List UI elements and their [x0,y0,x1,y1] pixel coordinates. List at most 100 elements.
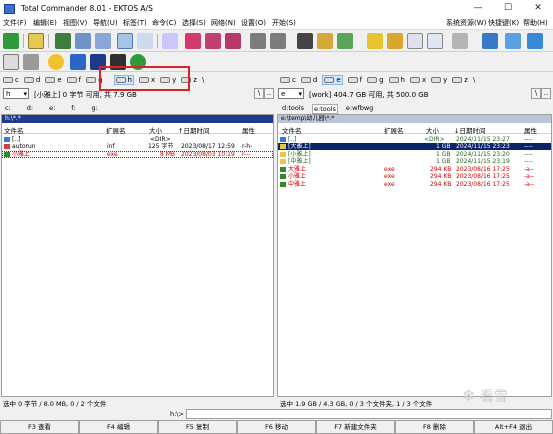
col-attr[interactable]: 属性 [242,125,255,135]
tools-icon[interactable] [452,33,468,49]
col-attr[interactable]: 属性 [524,125,537,135]
ftp-icon[interactable] [407,33,423,49]
right-root-button[interactable]: \ [531,88,541,99]
sort-icon[interactable] [137,33,153,49]
left-parent-button[interactable]: .. [264,88,274,99]
menu-start[interactable]: 开始(S) [272,18,296,28]
left-tab[interactable]: d: [27,104,33,112]
right-parent-button[interactable]: .. [541,88,551,99]
table-row[interactable]: [小雅上] 1 GB 2024/11/15 23:20 ---- [278,151,551,158]
calculator-icon[interactable] [23,54,39,70]
drive-h-button[interactable]: h [388,76,405,84]
tree-icon[interactable] [28,33,44,49]
drive-c-button[interactable]: c [3,76,19,84]
menu-edit[interactable]: 编辑(E) [33,18,57,28]
drive-d-button[interactable]: d [23,76,40,84]
f6-move-button[interactable]: F6 移动 [237,420,316,434]
drive-c-button[interactable]: c [280,76,296,84]
menu-commands[interactable]: 命令(C) [152,18,176,28]
left-tab[interactable]: c: [5,104,11,112]
drive-f-button[interactable]: f [347,76,362,84]
maximize-button[interactable]: ☐ [493,0,523,17]
copy-icon[interactable] [317,33,333,49]
left-drive-combo[interactable]: h ▾ [3,88,29,99]
table-row[interactable]: 小雅上 exe 294 KB 2023/08/16 17:25 -a-- [278,173,551,180]
notepad-icon[interactable] [3,54,19,70]
menu-file[interactable]: 文件(F) [3,18,27,28]
table-row-selected[interactable]: [大雅上] 1 GB 2024/11/15 23:23 ---- [278,143,551,150]
root-button[interactable]: \ [202,76,204,84]
menu-navigate[interactable]: 导航(U) [93,18,118,28]
menu-tabs[interactable]: 标签(T) [123,18,147,28]
drive-y-button[interactable]: y [431,76,447,84]
right-path-bar[interactable]: e:\temp\幼儿园\*.* [278,115,551,123]
col-name[interactable]: 文件名 [282,125,302,135]
table-row[interactable]: [中雅上] 1 GB 2024/11/15 23:19 ---- [278,158,551,165]
drive-f-button[interactable]: f [66,76,81,84]
col-date[interactable]: ↓日期时间 [454,125,485,135]
refresh-icon[interactable] [3,33,19,49]
col-date[interactable]: ↑日期时间 [178,125,209,135]
forward-icon[interactable] [270,33,286,49]
left-path-bar[interactable]: h:\*.* [2,115,273,123]
table-row[interactable]: [..] <DIR> 2024/11/15 23:27 ---- [278,136,551,143]
f8-delete-button[interactable]: F8 删除 [395,420,474,434]
table-row[interactable]: autorun inf 125 字节 2023/08/17 12:59 r-h- [2,143,273,150]
thumbnail-icon[interactable] [55,33,71,49]
url-icon[interactable] [427,33,443,49]
col-size[interactable]: 大小 [149,125,162,135]
network-icon[interactable] [482,33,498,49]
brief-view-icon[interactable] [75,33,91,49]
col-ext[interactable]: 扩展名 [384,125,404,135]
table-row[interactable]: 中雅上 exe 294 KB 2023/08/16 17:25 -a-- [278,181,551,188]
drive-e-button[interactable]: e [45,76,62,84]
monitor-icon[interactable] [527,33,543,49]
drive-x-button[interactable]: x [409,76,426,84]
f7-new-folder-button[interactable]: F7 新建文件夹 [316,420,395,434]
right-drive-combo[interactable]: e ▾ [278,88,304,99]
drive-e-button[interactable]: e [322,74,343,85]
move-icon[interactable] [337,33,353,49]
right-tab[interactable]: e:wfbwg [346,104,373,114]
close-button[interactable]: ✕ [523,0,553,17]
left-tab[interactable]: f: [71,104,75,112]
col-name[interactable]: 文件名 [4,125,24,135]
menu-settings[interactable]: 设置(O) [241,18,266,28]
menu-network[interactable]: 网络(N) [211,18,236,28]
f3-view-button[interactable]: F3 查看 [0,420,79,434]
search-icon[interactable] [117,33,133,49]
left-root-button[interactable]: \ [254,88,264,99]
f5-copy-button[interactable]: F5 复制 [158,420,237,434]
menu-select[interactable]: 选择(S) [182,18,206,28]
minimize-button[interactable]: — [463,0,493,17]
menu-system-resources[interactable]: 系统资源(W) [446,18,486,28]
menu-shortcuts[interactable]: 快捷键(K) [488,18,519,28]
star-icon[interactable] [48,54,64,70]
table-row[interactable]: 大雅上 exe 294 KB 2023/08/16 17:25 -a-- [278,166,551,173]
table-row[interactable]: [..] <DIR> [2,136,273,143]
menu-help[interactable]: 帮助(H) [523,18,548,28]
left-tab[interactable]: g: [92,104,98,112]
root-button[interactable]: \ [473,76,475,84]
table-row-focused[interactable]: 小雅上 exe 8 MB 2023/08/03 10:19 r--- [2,151,273,158]
f4-edit-button[interactable]: F4 编辑 [79,420,158,434]
drive-d-button[interactable]: d [300,76,317,84]
letter-e-icon[interactable] [70,54,86,70]
binoculars-icon[interactable] [297,33,313,49]
right-tab-active[interactable]: e:tools [312,104,338,114]
menu-view[interactable]: 视图(V) [63,18,87,28]
col-size[interactable]: 大小 [426,125,439,135]
drive-g-button[interactable]: g [367,76,384,84]
full-view-icon[interactable] [95,33,111,49]
unpack-icon[interactable] [387,33,403,49]
drive-z-button[interactable]: z [452,76,468,84]
filter-icon[interactable] [162,33,178,49]
select-icon[interactable] [185,33,201,49]
pack-icon[interactable] [367,33,383,49]
col-ext[interactable]: 扩展名 [106,125,126,135]
left-tab[interactable]: e: [49,104,55,112]
back-icon[interactable] [250,33,266,49]
command-input[interactable] [186,409,552,419]
deselect-icon[interactable] [205,33,221,49]
right-tab[interactable]: d:tools [282,104,304,114]
